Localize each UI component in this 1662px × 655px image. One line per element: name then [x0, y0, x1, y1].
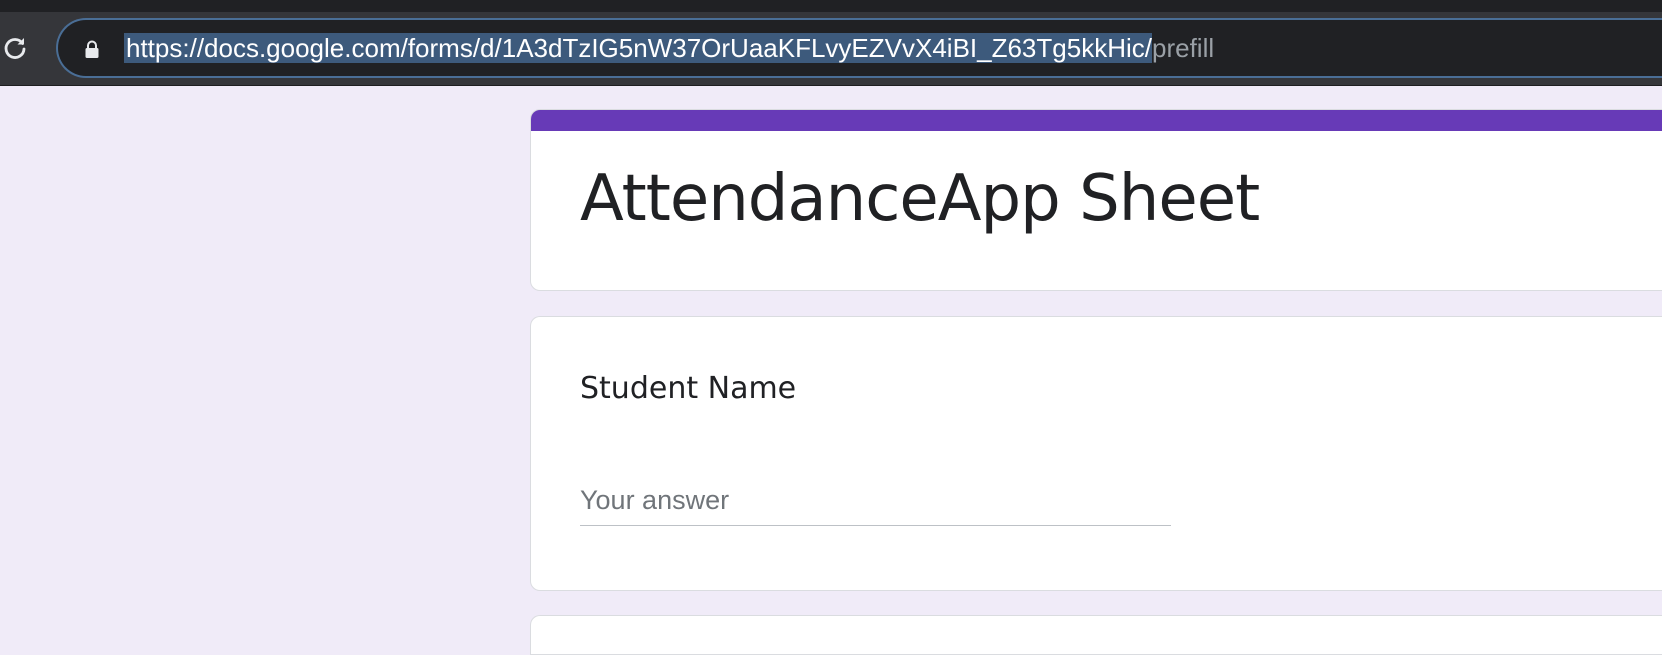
reload-button[interactable]	[0, 33, 30, 63]
form-title: AttendanceApp Sheet	[580, 162, 1260, 236]
question-label: Student Name	[580, 371, 797, 406]
browser-toolbar: https://docs.google.com/forms/d/1A3dTzIG…	[0, 0, 1662, 86]
lock-icon[interactable]	[84, 40, 100, 58]
form-header-card: AttendanceApp Sheet	[530, 109, 1662, 291]
reload-icon	[4, 38, 26, 59]
tab-strip	[0, 0, 1662, 12]
url-selected-text: https://docs.google.com/forms/d/1A3dTzIG…	[124, 33, 1152, 63]
url-text[interactable]: https://docs.google.com/forms/d/1A3dTzIG…	[124, 32, 1214, 64]
student-name-input[interactable]	[580, 476, 1171, 526]
url-suffix-text: prefill	[1151, 33, 1215, 63]
question-card: Student Name	[530, 316, 1662, 591]
theme-accent-bar	[531, 110, 1662, 131]
address-bar[interactable]: https://docs.google.com/forms/d/1A3dTzIG…	[56, 18, 1662, 78]
next-question-card	[530, 615, 1662, 655]
